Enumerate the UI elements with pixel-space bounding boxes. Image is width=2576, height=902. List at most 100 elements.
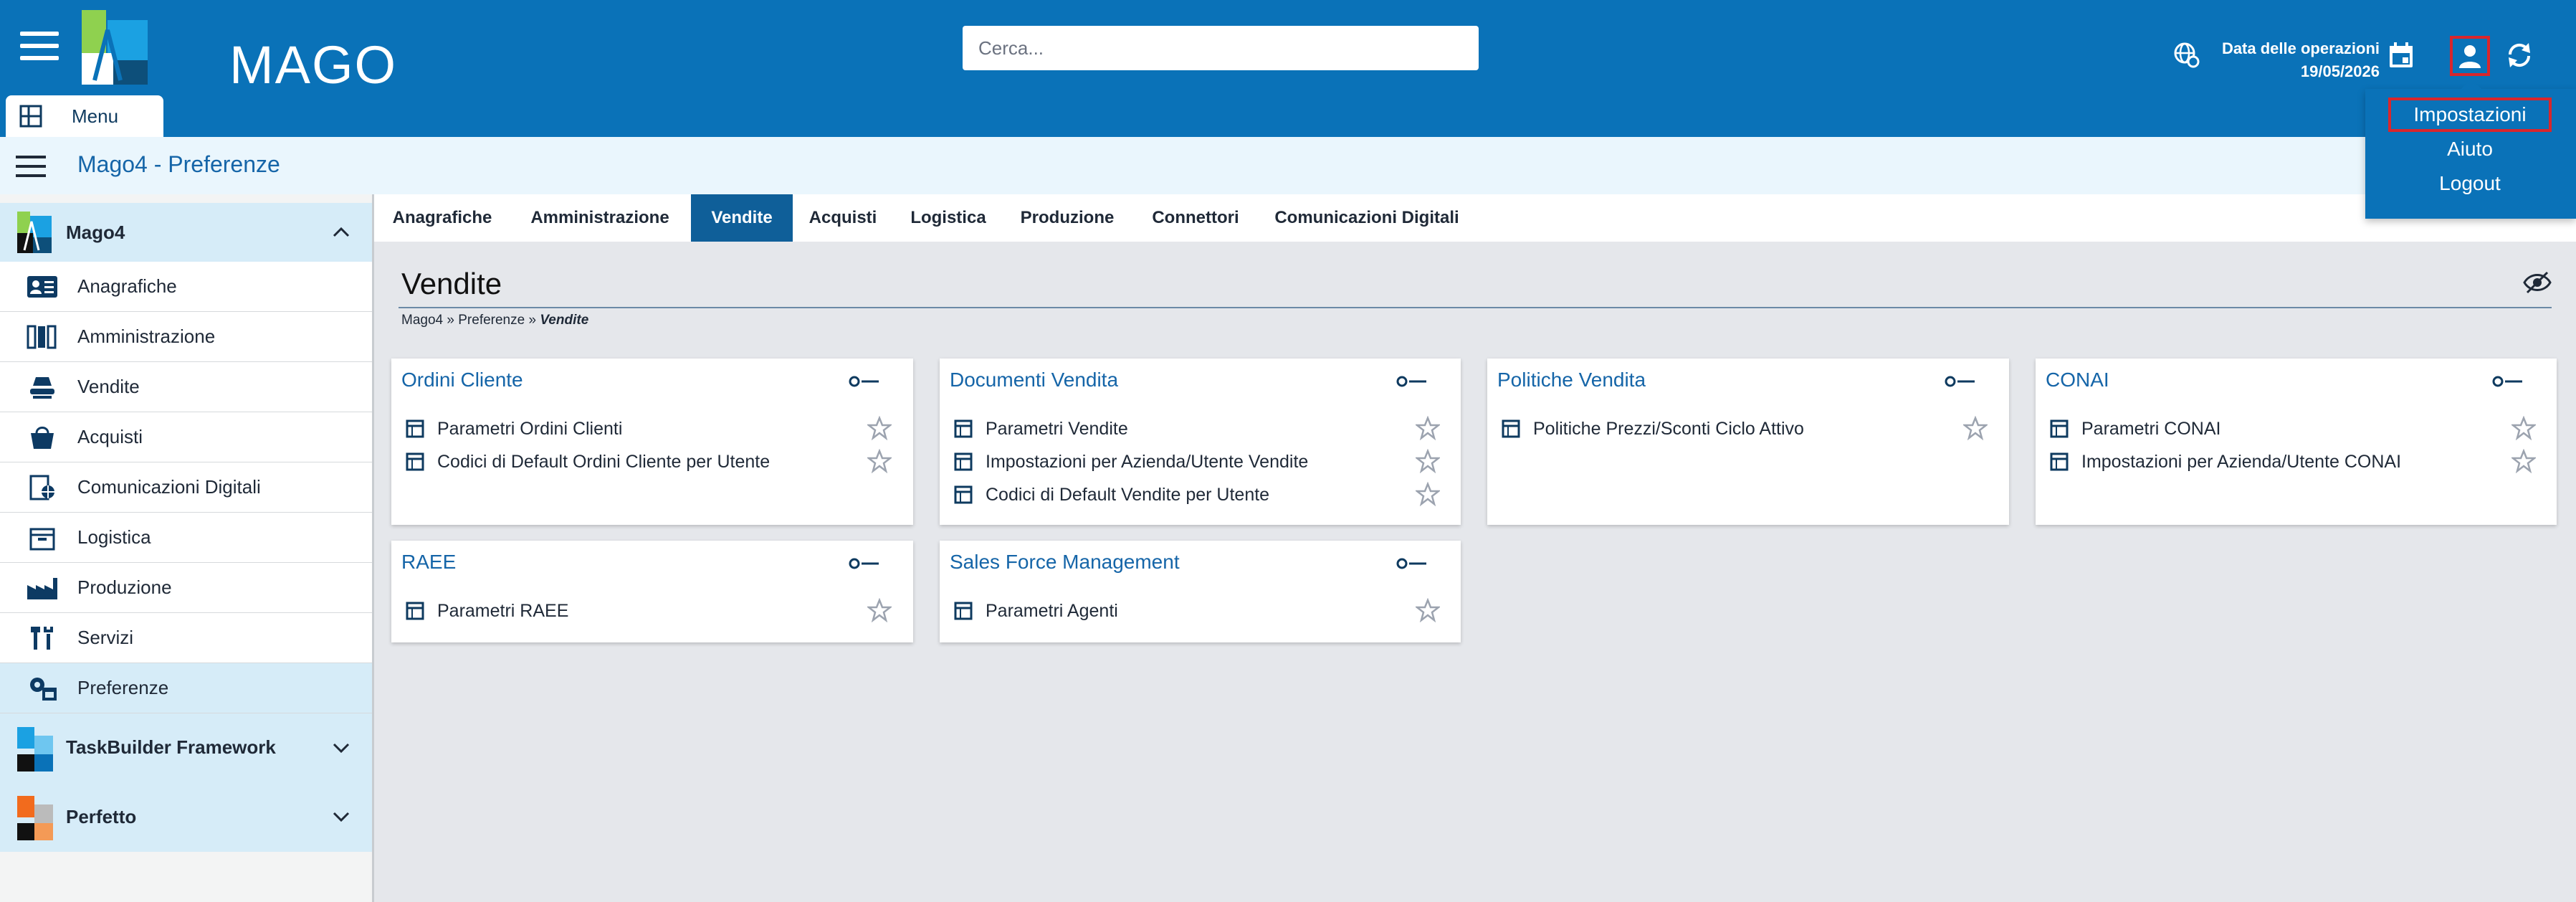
tab-logistica[interactable]: Logistica xyxy=(893,194,1003,242)
star-icon[interactable] xyxy=(867,416,892,440)
card-link-parametri-vendite[interactable]: Parametri Vendite xyxy=(954,414,1128,443)
star-icon[interactable] xyxy=(2511,449,2536,473)
refresh-icon[interactable] xyxy=(2504,40,2539,75)
card-link-impostazioni-azienda-utente-vendite[interactable]: Impostazioni per Azienda/Utente Vendite xyxy=(954,447,1308,476)
card-link-label: Politiche Prezzi/Sconti Ciclo Attivo xyxy=(1533,418,1804,439)
binders-icon xyxy=(26,324,59,350)
card-conai: CONAI Parametri CONAI Impostazioni per A… xyxy=(2036,359,2557,525)
sidebar-item-servizi[interactable]: Servizi xyxy=(0,613,372,663)
tools-icon xyxy=(26,625,59,651)
card-link-politiche-prezzi-sconti[interactable]: Politiche Prezzi/Sconti Ciclo Attivo xyxy=(1502,414,1804,443)
breadcrumb-separator: » xyxy=(528,313,537,328)
user-account-button[interactable] xyxy=(2450,36,2490,76)
globe-document-icon xyxy=(26,475,59,500)
form-icon xyxy=(406,419,424,438)
card-documenti-vendita: Documenti Vendita Parametri Vendite Impo… xyxy=(940,359,1461,525)
top-header: MAGO Data delle operazioni 19/05/2026 Me… xyxy=(0,0,2576,137)
sidebar-item-anagrafiche[interactable]: Anagrafiche xyxy=(0,262,372,312)
sidebar-item-produzione[interactable]: Produzione xyxy=(0,563,372,613)
collapse-card-icon[interactable] xyxy=(2492,373,2525,390)
collapse-card-icon[interactable] xyxy=(849,373,882,390)
hamburger-menu-button[interactable] xyxy=(20,32,59,60)
card-link-impostazioni-azienda-utente-conai[interactable]: Impostazioni per Azienda/Utente CONAI xyxy=(2050,447,2401,476)
card-link-label: Parametri Agenti xyxy=(986,600,1118,621)
sidebar-item-label: Comunicazioni Digitali xyxy=(77,476,261,498)
card-title: Documenti Vendita xyxy=(950,369,1119,391)
menu-tab-label: Menu xyxy=(72,105,119,127)
sidebar-item-comunicazioni-digitali[interactable]: Comunicazioni Digitali xyxy=(0,462,372,513)
title-bar: Mago4 - Preferenze xyxy=(0,137,2576,194)
star-icon[interactable] xyxy=(1416,482,1440,506)
card-link-parametri-ordini-clienti[interactable]: Parametri Ordini Clienti xyxy=(406,414,622,443)
sales-hand-icon xyxy=(26,374,59,400)
sidebar: Mago4 Anagrafiche Amministrazione Vendit… xyxy=(0,194,374,902)
star-icon[interactable] xyxy=(1416,598,1440,622)
star-icon[interactable] xyxy=(867,598,892,622)
eye-slash-icon[interactable] xyxy=(2523,270,2552,295)
collapse-card-icon[interactable] xyxy=(1396,373,1429,390)
sidebar-item-label: Vendite xyxy=(77,376,140,397)
sidebar-toggle-button[interactable] xyxy=(16,156,46,177)
search-input[interactable] xyxy=(963,26,1479,70)
page-title: Mago4 - Preferenze xyxy=(77,151,280,177)
tab-produzione[interactable]: Produzione xyxy=(1003,194,1131,242)
sidebar-item-logistica[interactable]: Logistica xyxy=(0,513,372,563)
card-link-label: Parametri CONAI xyxy=(2081,418,2221,439)
chevron-down-icon xyxy=(333,812,350,822)
user-menu-dropdown: Impostazioni Aiuto Logout xyxy=(2365,78,2576,219)
menu-item-aiuto[interactable]: Aiuto xyxy=(2388,132,2552,166)
card-link-parametri-agenti[interactable]: Parametri Agenti xyxy=(954,597,1118,625)
sidebar-group-taskbuilder[interactable]: TaskBuilder Framework xyxy=(0,713,372,782)
star-icon[interactable] xyxy=(1963,416,1988,440)
breadcrumb-item[interactable]: Mago4 xyxy=(401,313,443,328)
menu-item-logout[interactable]: Logout xyxy=(2388,166,2552,201)
sidebar-item-preferenze[interactable]: Preferenze xyxy=(0,663,372,713)
form-icon xyxy=(2050,452,2069,471)
breadcrumb-current: Vendite xyxy=(540,313,589,328)
operations-date-label: Data delle operazioni xyxy=(2221,39,2380,57)
tab-vendite[interactable]: Vendite xyxy=(691,194,793,242)
box-icon xyxy=(26,525,59,551)
calendar-icon[interactable] xyxy=(2387,40,2421,75)
star-icon[interactable] xyxy=(2511,416,2536,440)
perfetto-logo xyxy=(16,794,56,840)
sidebar-group-label: Perfetto xyxy=(66,805,137,827)
card-link-label: Impostazioni per Azienda/Utente CONAI xyxy=(2081,451,2402,472)
card-link-codici-default-vendite[interactable]: Codici di Default Vendite per Utente xyxy=(954,480,1269,509)
collapse-card-icon[interactable] xyxy=(1396,555,1429,572)
card-title: Sales Force Management xyxy=(950,551,1180,573)
collapse-card-icon[interactable] xyxy=(849,555,882,572)
star-icon[interactable] xyxy=(867,449,892,473)
operations-date: Data delle operazioni 19/05/2026 xyxy=(2215,37,2380,83)
form-icon xyxy=(406,602,424,620)
card-link-label: Parametri Vendite xyxy=(986,418,1128,439)
sidebar-item-vendite[interactable]: Vendite xyxy=(0,362,372,412)
star-icon[interactable] xyxy=(1416,449,1440,473)
tab-acquisti[interactable]: Acquisti xyxy=(793,194,893,242)
sidebar-item-label: Logistica xyxy=(77,526,151,548)
chevron-down-icon xyxy=(333,743,350,753)
sidebar-item-label: Preferenze xyxy=(77,677,169,698)
sidebar-group-perfetto[interactable]: Perfetto xyxy=(0,782,372,852)
menu-item-impostazioni[interactable]: Impostazioni xyxy=(2388,98,2552,132)
card-link-label: Parametri RAEE xyxy=(437,600,569,621)
card-link-parametri-conai[interactable]: Parametri CONAI xyxy=(2050,414,2220,443)
card-link-codici-default-ordini-cliente[interactable]: Codici di Default Ordini Cliente per Ute… xyxy=(406,447,770,476)
star-icon[interactable] xyxy=(1416,416,1440,440)
menu-tab[interactable]: Menu xyxy=(6,95,163,137)
card-link-parametri-raee[interactable]: Parametri RAEE xyxy=(406,597,568,625)
collapse-card-icon[interactable] xyxy=(1945,373,1978,390)
contact-card-icon xyxy=(26,274,59,300)
sidebar-item-amministrazione[interactable]: Amministrazione xyxy=(0,312,372,362)
module-tabs: Anagrafiche Amministrazione Vendite Acqu… xyxy=(374,194,2576,242)
tab-comunicazioni-digitali[interactable]: Comunicazioni Digitali xyxy=(1260,194,1474,242)
breadcrumb-item[interactable]: Preferenze xyxy=(458,313,525,328)
sidebar-item-label: Produzione xyxy=(77,576,172,598)
tab-connettori[interactable]: Connettori xyxy=(1131,194,1260,242)
shopping-bag-icon xyxy=(26,424,59,450)
tab-amministrazione[interactable]: Amministrazione xyxy=(510,194,690,242)
globe-icon[interactable] xyxy=(2172,40,2206,75)
tab-anagrafiche[interactable]: Anagrafiche xyxy=(374,194,510,242)
sidebar-group-mago4[interactable]: Mago4 xyxy=(0,203,372,262)
sidebar-item-acquisti[interactable]: Acquisti xyxy=(0,412,372,462)
